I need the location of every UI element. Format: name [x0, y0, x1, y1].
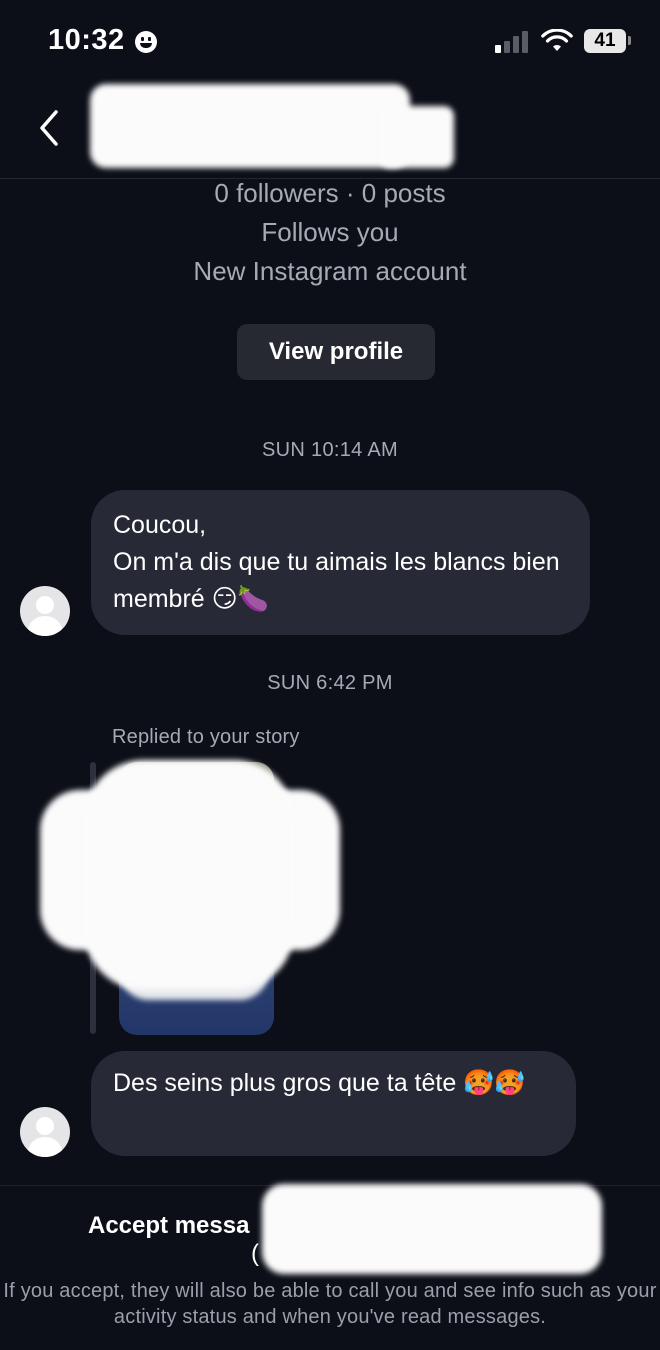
redacted-username: [90, 84, 410, 168]
face-icon: [135, 31, 157, 53]
sender-avatar[interactable]: [20, 1107, 70, 1157]
message-timestamp: SUN 6:42 PM: [267, 672, 393, 694]
message-bubble[interactable]: Des seins plus gros que ta tête 🥵🥵: [91, 1051, 576, 1156]
accept-messages-title[interactable]: Accept messa: [88, 1212, 249, 1240]
replied-to-story-label: Replied to your story: [112, 726, 300, 748]
battery-icon: 41: [584, 29, 626, 53]
redacted-accept-text: [262, 1184, 602, 1274]
sender-avatar[interactable]: [20, 586, 70, 636]
signal-icon: [495, 31, 531, 53]
wifi-icon: [541, 29, 573, 51]
message-timestamp: SUN 10:14 AM: [262, 439, 398, 461]
redacted-story-body: [119, 940, 269, 1000]
accept-subtitle-fragment: (: [251, 1240, 259, 1267]
accept-info-note: If you accept, they will also be able to…: [3, 1280, 657, 1328]
message-bubble[interactable]: Coucou, On m'a dis que tu aimais les bla…: [91, 490, 590, 635]
new-account-label: New Instagram account: [193, 256, 467, 286]
redacted-username-tail: [380, 106, 454, 168]
view-profile-button[interactable]: View profile: [237, 324, 435, 380]
battery-tip: [628, 36, 631, 45]
back-button[interactable]: [30, 106, 70, 150]
follows-you-label: Follows you: [261, 217, 399, 247]
profile-stats: 0 followers · 0 posts: [214, 178, 446, 208]
status-time: 10:32: [48, 24, 125, 56]
